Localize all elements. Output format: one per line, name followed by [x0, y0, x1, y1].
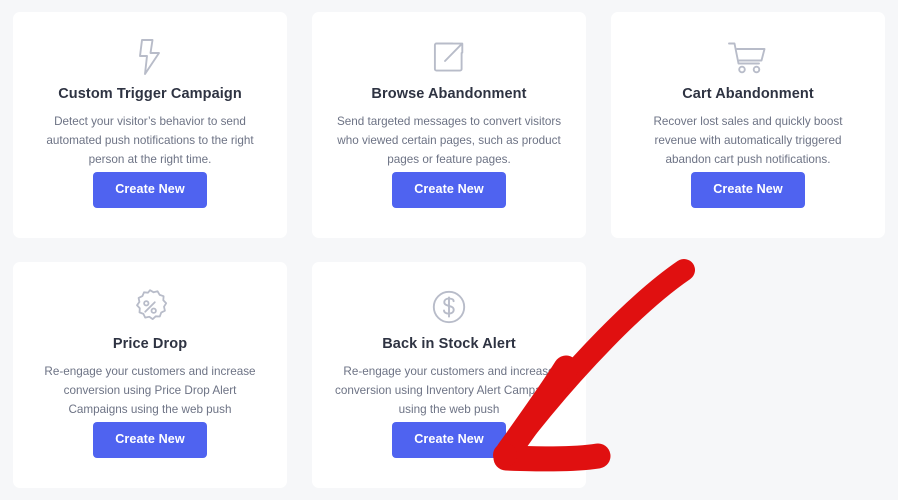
card-description: Recover lost sales and quickly boost rev… — [653, 115, 843, 166]
campaign-card-back-in-stock-alert[interactable]: Back in Stock Alert Re-engage your custo… — [312, 262, 586, 488]
shopping-cart-icon — [727, 34, 769, 80]
card-title: Price Drop — [112, 336, 188, 352]
campaign-card-cart-abandonment[interactable]: Cart Abandonment Recover lost sales and … — [611, 12, 885, 238]
card-title: Back in Stock Alert — [382, 336, 516, 352]
card-description: Re-engage your customers and increase co… — [334, 365, 564, 416]
card-action-area: Create New — [93, 172, 207, 208]
card-title: Cart Abandonment — [682, 86, 814, 102]
create-new-button[interactable]: Create New — [392, 422, 506, 458]
external-link-icon — [430, 34, 468, 80]
campaign-card-price-drop[interactable]: Price Drop Re-engage your customers and … — [13, 262, 287, 488]
create-new-button[interactable]: Create New — [392, 172, 506, 208]
dollar-circle-icon — [430, 284, 468, 330]
create-new-button[interactable]: Create New — [93, 422, 207, 458]
card-action-area: Create New — [392, 422, 506, 458]
card-action-area: Create New — [93, 422, 207, 458]
create-new-button[interactable]: Create New — [691, 172, 805, 208]
campaign-card-browse-abandonment[interactable]: Browse Abandonment Send targeted message… — [312, 12, 586, 238]
card-action-area: Create New — [392, 172, 506, 208]
card-description: Re-engage your customers and increase co… — [44, 365, 256, 416]
create-new-button[interactable]: Create New — [93, 172, 207, 208]
card-action-area: Create New — [691, 172, 805, 208]
campaign-card-custom-trigger[interactable]: Custom Trigger Campaign Detect your visi… — [13, 12, 287, 238]
card-title: Custom Trigger Campaign — [58, 86, 242, 102]
card-description: Detect your visitor’s behavior to send a… — [46, 115, 254, 166]
card-title: Browse Abandonment — [371, 86, 527, 102]
lightning-bolt-icon — [133, 34, 167, 80]
card-description: Send targeted messages to convert visito… — [336, 115, 562, 166]
percent-badge-icon — [130, 284, 170, 330]
campaign-type-grid: Custom Trigger Campaign Detect your visi… — [13, 12, 885, 488]
